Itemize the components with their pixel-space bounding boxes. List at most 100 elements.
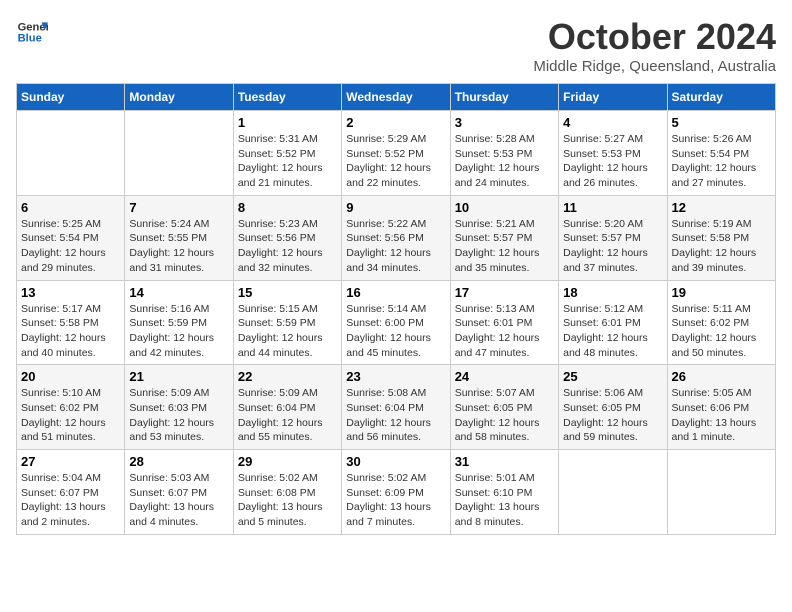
day-number: 12 [672,200,771,215]
day-number: 27 [21,454,120,469]
day-detail: Sunrise: 5:07 AMSunset: 6:05 PMDaylight:… [455,386,554,445]
day-detail: Sunrise: 5:23 AMSunset: 5:56 PMDaylight:… [238,217,337,276]
calendar-cell: 24 Sunrise: 5:07 AMSunset: 6:05 PMDayligh… [450,365,558,450]
day-number: 9 [346,200,445,215]
day-detail: Sunrise: 5:04 AMSunset: 6:07 PMDaylight:… [21,471,120,530]
calendar-cell: 7 Sunrise: 5:24 AMSunset: 5:55 PMDaylight… [125,195,233,280]
month-title: October 2024 [533,16,776,58]
calendar-cell: 14 Sunrise: 5:16 AMSunset: 5:59 PMDayligh… [125,280,233,365]
day-number: 13 [21,285,120,300]
day-detail: Sunrise: 5:17 AMSunset: 5:58 PMDaylight:… [21,302,120,361]
calendar-cell: 21 Sunrise: 5:09 AMSunset: 6:03 PMDayligh… [125,365,233,450]
day-number: 14 [129,285,228,300]
calendar-cell [559,450,667,535]
day-number: 28 [129,454,228,469]
day-detail: Sunrise: 5:05 AMSunset: 6:06 PMDaylight:… [672,386,771,445]
day-detail: Sunrise: 5:20 AMSunset: 5:57 PMDaylight:… [563,217,662,276]
header: General Blue October 2024 Middle Ridge, … [16,16,776,75]
day-detail: Sunrise: 5:10 AMSunset: 6:02 PMDaylight:… [21,386,120,445]
day-detail: Sunrise: 5:11 AMSunset: 6:02 PMDaylight:… [672,302,771,361]
day-number: 26 [672,369,771,384]
svg-text:Blue: Blue [18,33,42,45]
location-title: Middle Ridge, Queensland, Australia [533,58,776,75]
logo-icon: General Blue [16,16,48,48]
day-detail: Sunrise: 5:13 AMSunset: 6:01 PMDaylight:… [455,302,554,361]
calendar-cell: 26 Sunrise: 5:05 AMSunset: 6:06 PMDayligh… [667,365,775,450]
day-detail: Sunrise: 5:06 AMSunset: 6:05 PMDaylight:… [563,386,662,445]
day-number: 16 [346,285,445,300]
calendar-cell: 6 Sunrise: 5:25 AMSunset: 5:54 PMDaylight… [17,195,125,280]
day-number: 30 [346,454,445,469]
calendar-week-5: 27 Sunrise: 5:04 AMSunset: 6:07 PMDayligh… [17,450,776,535]
calendar-cell: 17Sunrise: 5:13 AMSunset: 6:01 PMDayligh… [450,280,558,365]
day-detail: Sunrise: 5:14 AMSunset: 6:00 PMDaylight:… [346,302,445,361]
day-number: 19 [672,285,771,300]
calendar-cell: 13 Sunrise: 5:17 AMSunset: 5:58 PMDayligh… [17,280,125,365]
calendar-cell: 27 Sunrise: 5:04 AMSunset: 6:07 PMDayligh… [17,450,125,535]
day-header-friday: Friday [559,84,667,111]
day-number: 20 [21,369,120,384]
logo: General Blue [16,16,48,48]
calendar-cell: 25Sunrise: 5:06 AMSunset: 6:05 PMDayligh… [559,365,667,450]
calendar-week-1: 1Sunrise: 5:31 AMSunset: 5:52 PMDaylight… [17,111,776,196]
day-detail: Sunrise: 5:03 AMSunset: 6:07 PMDaylight:… [129,471,228,530]
day-number: 23 [346,369,445,384]
calendar-cell: 2Sunrise: 5:29 AMSunset: 5:52 PMDaylight… [342,111,450,196]
day-header-thursday: Thursday [450,84,558,111]
calendar-cell: 20 Sunrise: 5:10 AMSunset: 6:02 PMDayligh… [17,365,125,450]
day-detail: Sunrise: 5:12 AMSunset: 6:01 PMDaylight:… [563,302,662,361]
calendar-week-2: 6 Sunrise: 5:25 AMSunset: 5:54 PMDaylight… [17,195,776,280]
calendar-cell: 1Sunrise: 5:31 AMSunset: 5:52 PMDaylight… [233,111,341,196]
day-detail: Sunrise: 5:21 AMSunset: 5:57 PMDaylight:… [455,217,554,276]
calendar-cell: 30 Sunrise: 5:02 AMSunset: 6:09 PMDayligh… [342,450,450,535]
calendar-cell: 3Sunrise: 5:28 AMSunset: 5:53 PMDaylight… [450,111,558,196]
day-detail: Sunrise: 5:28 AMSunset: 5:53 PMDaylight:… [455,132,554,191]
day-header-tuesday: Tuesday [233,84,341,111]
day-number: 15 [238,285,337,300]
day-detail: Sunrise: 5:27 AMSunset: 5:53 PMDaylight:… [563,132,662,191]
calendar-cell: 12 Sunrise: 5:19 AMSunset: 5:58 PMDayligh… [667,195,775,280]
day-header-saturday: Saturday [667,84,775,111]
calendar-cell [17,111,125,196]
day-number: 21 [129,369,228,384]
calendar-cell: 31Sunrise: 5:01 AMSunset: 6:10 PMDayligh… [450,450,558,535]
day-detail: Sunrise: 5:09 AMSunset: 6:04 PMDaylight:… [238,386,337,445]
calendar-cell: 10 Sunrise: 5:21 AMSunset: 5:57 PMDayligh… [450,195,558,280]
day-number: 24 [455,369,554,384]
day-number: 29 [238,454,337,469]
day-number: 8 [238,200,337,215]
day-detail: Sunrise: 5:02 AMSunset: 6:08 PMDaylight:… [238,471,337,530]
calendar-cell [125,111,233,196]
day-detail: Sunrise: 5:24 AMSunset: 5:55 PMDaylight:… [129,217,228,276]
calendar-cell: 4Sunrise: 5:27 AMSunset: 5:53 PMDaylight… [559,111,667,196]
day-detail: Sunrise: 5:08 AMSunset: 6:04 PMDaylight:… [346,386,445,445]
day-header-sunday: Sunday [17,84,125,111]
header-row: SundayMondayTuesdayWednesdayThursdayFrid… [17,84,776,111]
calendar-cell: 16 Sunrise: 5:14 AMSunset: 6:00 PMDayligh… [342,280,450,365]
day-number: 1 [238,115,337,130]
day-number: 5 [672,115,771,130]
day-detail: Sunrise: 5:19 AMSunset: 5:58 PMDaylight:… [672,217,771,276]
day-detail: Sunrise: 5:02 AMSunset: 6:09 PMDaylight:… [346,471,445,530]
calendar-cell: 23 Sunrise: 5:08 AMSunset: 6:04 PMDayligh… [342,365,450,450]
day-number: 10 [455,200,554,215]
day-number: 7 [129,200,228,215]
day-detail: Sunrise: 5:25 AMSunset: 5:54 PMDaylight:… [21,217,120,276]
calendar-week-3: 13 Sunrise: 5:17 AMSunset: 5:58 PMDayligh… [17,280,776,365]
calendar-cell: 19 Sunrise: 5:11 AMSunset: 6:02 PMDayligh… [667,280,775,365]
day-header-monday: Monday [125,84,233,111]
calendar-cell: 5Sunrise: 5:26 AMSunset: 5:54 PMDaylight… [667,111,775,196]
day-header-wednesday: Wednesday [342,84,450,111]
day-number: 2 [346,115,445,130]
day-detail: Sunrise: 5:09 AMSunset: 6:03 PMDaylight:… [129,386,228,445]
day-detail: Sunrise: 5:16 AMSunset: 5:59 PMDaylight:… [129,302,228,361]
day-number: 18 [563,285,662,300]
calendar-cell: 8 Sunrise: 5:23 AMSunset: 5:56 PMDaylight… [233,195,341,280]
calendar-cell [667,450,775,535]
calendar-table: SundayMondayTuesdayWednesdayThursdayFrid… [16,83,776,535]
calendar-week-4: 20 Sunrise: 5:10 AMSunset: 6:02 PMDayligh… [17,365,776,450]
calendar-cell: 15Sunrise: 5:15 AMSunset: 5:59 PMDayligh… [233,280,341,365]
day-number: 6 [21,200,120,215]
calendar-cell: 28 Sunrise: 5:03 AMSunset: 6:07 PMDayligh… [125,450,233,535]
calendar-cell: 29 Sunrise: 5:02 AMSunset: 6:08 PMDayligh… [233,450,341,535]
